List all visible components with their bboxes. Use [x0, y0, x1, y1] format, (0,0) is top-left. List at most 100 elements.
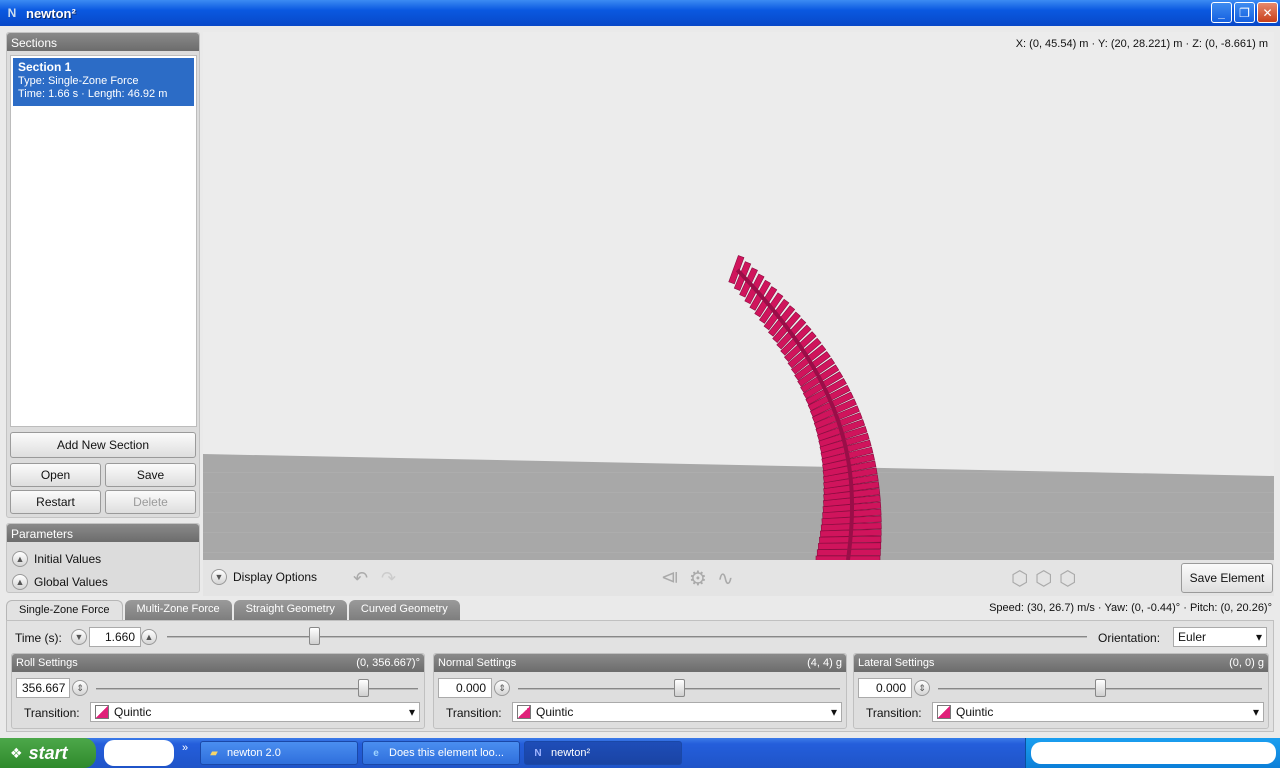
- viewport-toolbar: ▼ Display Options ↶ ↷ ⧏ ⚙ ∿ ⬡ ⬡ ⬡ Save E…: [203, 560, 1274, 596]
- section-details: Time: 1.66 s · Length: 46.92 m: [18, 88, 168, 100]
- chevron-down-icon: ▾: [408, 705, 415, 719]
- gear-icon[interactable]: ⚙: [689, 566, 707, 591]
- start-label: start: [28, 742, 68, 763]
- task-label: newton²: [551, 747, 591, 759]
- status-readout: Speed: (30, 26.7) m/s · Yaw: (0, -0.44)°…: [989, 602, 1272, 614]
- fit-view-icon[interactable]: ⧏: [661, 567, 679, 588]
- quintic-curve-icon: [517, 705, 531, 720]
- title-bar: N newton² _ ❐ ✕: [0, 0, 1280, 26]
- task-newton-app[interactable]: Nnewton²: [524, 741, 682, 765]
- restore-icon: ❐: [1239, 5, 1250, 20]
- system-tray: [1025, 738, 1280, 768]
- quintic-curve-icon: [95, 705, 109, 720]
- chevron-right-icon[interactable]: »: [182, 742, 188, 754]
- time-decrease-icon[interactable]: ▼: [71, 629, 87, 645]
- roll-range: (0, 356.667)°: [356, 657, 420, 669]
- lateral-slider-thumb[interactable]: [1095, 679, 1106, 697]
- start-button[interactable]: ❖ start: [0, 738, 96, 768]
- tray-blob: [1031, 742, 1276, 764]
- orientation-value: Euler: [1178, 630, 1207, 644]
- initial-values-expander[interactable]: ▲ Initial Values: [12, 551, 101, 567]
- task-newton-folder[interactable]: ▰ newton 2.0: [200, 741, 358, 765]
- roll-slider-thumb[interactable]: [358, 679, 370, 697]
- lateral-spinner-icon[interactable]: ⇕: [914, 680, 930, 696]
- tab-single-zone-force[interactable]: Single-Zone Force: [6, 600, 123, 620]
- roll-settings-panel: Roll Settings (0, 356.667)° 356.667 ⇕ Tra…: [11, 653, 425, 729]
- lateral-transition-select[interactable]: Quintic ▾: [932, 702, 1264, 722]
- undo-icon[interactable]: ↶: [353, 568, 368, 589]
- coordinates-readout: X: (0, 45.54) m · Y: (20, 28.221) m · Z:…: [1015, 38, 1268, 50]
- quicklaunch-area: [104, 740, 174, 766]
- time-slider-track[interactable]: [167, 636, 1087, 638]
- lateral-value-input[interactable]: 0.000: [858, 678, 912, 698]
- normal-value-input[interactable]: 0.000: [438, 678, 492, 698]
- tab-strip: Single-Zone Force Multi-Zone Force Strai…: [6, 600, 460, 620]
- time-slider-thumb[interactable]: [309, 627, 321, 645]
- section-item-1[interactable]: Section 1 Type: Single-Zone Force Time: …: [13, 58, 194, 106]
- initial-values-label: Initial Values: [34, 552, 102, 566]
- time-input[interactable]: 1.660: [89, 627, 141, 647]
- normal-transition-value: Quintic: [536, 704, 574, 719]
- close-icon: ✕: [1262, 5, 1273, 20]
- display-options-expander[interactable]: ▼ Display Options: [211, 569, 317, 585]
- scene-svg: [203, 255, 1274, 560]
- minimize-button[interactable]: _: [1211, 2, 1232, 23]
- parameters-panel-title: Parameters: [7, 524, 199, 542]
- normal-transition-select[interactable]: Quintic ▾: [512, 702, 842, 722]
- cube-view-1-icon[interactable]: ⬡: [1011, 566, 1028, 591]
- lateral-transition-value: Quintic: [956, 704, 994, 719]
- section-type: Type: Single-Zone Force: [18, 75, 139, 87]
- roll-spinner-icon[interactable]: ⇕: [72, 680, 88, 696]
- open-button[interactable]: Open: [10, 463, 101, 487]
- task-label: Does this element loo...: [389, 747, 504, 759]
- wave-icon[interactable]: ∿: [717, 566, 734, 591]
- parameters-panel: Parameters ▲ Initial Values ▲ Global Val…: [6, 523, 200, 593]
- time-label: Time (s):: [15, 631, 62, 645]
- roll-settings-title: Roll Settings: [16, 657, 78, 669]
- sections-list[interactable]: Section 1 Type: Single-Zone Force Time: …: [10, 55, 197, 427]
- time-increase-icon[interactable]: ▲: [141, 629, 157, 645]
- orientation-select[interactable]: Euler ▾: [1173, 627, 1267, 647]
- lateral-range: (0, 0) g: [1229, 657, 1264, 669]
- add-new-section-button[interactable]: Add New Section: [10, 432, 196, 458]
- lateral-settings-title: Lateral Settings: [858, 657, 935, 669]
- normal-settings-title: Normal Settings: [438, 657, 517, 669]
- roll-transition-select[interactable]: Quintic ▾: [90, 702, 420, 722]
- newton-icon: N: [534, 747, 542, 759]
- close-button[interactable]: ✕: [1257, 2, 1278, 23]
- normal-spinner-icon[interactable]: ⇕: [494, 680, 510, 696]
- chevron-up-icon: ▲: [12, 574, 28, 590]
- roll-transition-label: Transition:: [24, 706, 80, 720]
- save-button[interactable]: Save: [105, 463, 196, 487]
- redo-icon[interactable]: ↷: [381, 568, 396, 589]
- chevron-down-icon: ▾: [830, 705, 837, 719]
- lateral-settings-panel: Lateral Settings (0, 0) g 0.000 ⇕ Transit…: [853, 653, 1269, 729]
- tab-straight-geometry[interactable]: Straight Geometry: [233, 600, 347, 620]
- quintic-curve-icon: [937, 705, 951, 720]
- cube-view-2-icon[interactable]: ⬡: [1035, 566, 1052, 591]
- cube-view-3-icon[interactable]: ⬡: [1059, 566, 1076, 591]
- normal-transition-label: Transition:: [446, 706, 502, 720]
- ground-grid: [203, 454, 1274, 560]
- app-client-area: Sections Section 1 Type: Single-Zone For…: [0, 26, 1280, 738]
- restart-button[interactable]: Restart: [10, 490, 101, 514]
- save-element-button[interactable]: Save Element: [1181, 563, 1273, 593]
- roll-value-input[interactable]: 356.667: [16, 678, 70, 698]
- task-ie-window[interactable]: e Does this element loo...: [362, 741, 520, 765]
- task-label: newton 2.0: [227, 747, 281, 759]
- window-title: newton²: [26, 5, 76, 21]
- restore-button[interactable]: ❐: [1234, 2, 1255, 23]
- tab-curved-geometry[interactable]: Curved Geometry: [348, 600, 460, 620]
- global-values-expander[interactable]: ▲ Global Values: [12, 574, 108, 590]
- normal-slider-thumb[interactable]: [674, 679, 685, 697]
- chevron-up-icon: ▲: [12, 551, 28, 567]
- 3d-viewport[interactable]: X: (0, 45.54) m · Y: (20, 28.221) m · Z:…: [203, 32, 1274, 560]
- roll-slider-track[interactable]: [96, 688, 418, 690]
- tab-multi-zone-force[interactable]: Multi-Zone Force: [124, 600, 232, 620]
- orientation-label: Orientation:: [1098, 631, 1161, 645]
- windows-logo-icon: ❖: [10, 744, 23, 761]
- delete-button: Delete: [105, 490, 196, 514]
- normal-settings-panel: Normal Settings (4, 4) g 0.000 ⇕ Transiti…: [433, 653, 847, 729]
- sections-panel: Sections Section 1 Type: Single-Zone For…: [6, 32, 200, 518]
- roll-transition-value: Quintic: [114, 704, 152, 719]
